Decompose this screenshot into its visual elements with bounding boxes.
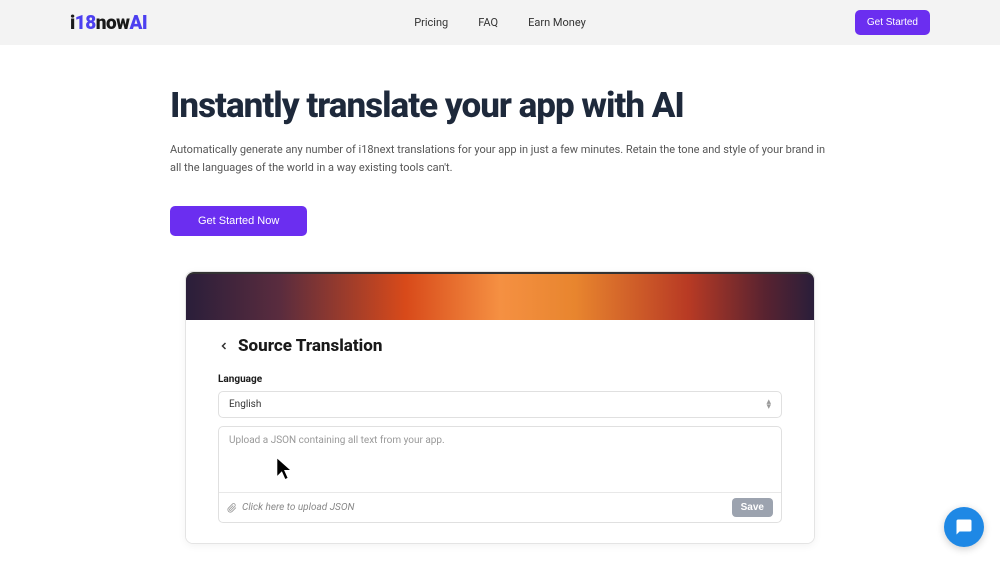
textarea-footer: Click here to upload JSON Save: [219, 492, 781, 522]
logo-part-now: now: [96, 11, 130, 34]
attachment-icon: [227, 503, 237, 513]
logo-part-18: 18: [75, 11, 96, 34]
app-content: Source Translation Language English ▴▾ U…: [186, 320, 814, 543]
save-button[interactable]: Save: [732, 498, 773, 517]
get-started-now-button[interactable]: Get Started Now: [170, 206, 307, 236]
chat-widget-button[interactable]: [944, 507, 984, 547]
language-select[interactable]: English ▴▾: [218, 391, 782, 418]
nav-pricing[interactable]: Pricing: [414, 16, 448, 29]
logo[interactable]: i18nowAI: [70, 11, 147, 34]
get-started-button[interactable]: Get Started: [855, 10, 930, 35]
main-nav: Pricing FAQ Earn Money: [414, 16, 586, 29]
hero-subtext: Automatically generate any number of i18…: [170, 141, 830, 176]
app-header-background: [186, 272, 814, 320]
cursor-icon: [275, 455, 295, 483]
app-title: Source Translation: [238, 336, 382, 356]
app-title-row: Source Translation: [218, 336, 782, 356]
hero-section: Instantly translate your app with AI Aut…: [170, 45, 830, 544]
language-value: English: [229, 399, 261, 410]
select-arrows-icon: ▴▾: [766, 400, 771, 409]
upload-link-text: Click here to upload JSON: [242, 502, 354, 513]
app-preview: Source Translation Language English ▴▾ U…: [185, 271, 815, 544]
logo-part-ai: AI: [129, 11, 147, 34]
nav-earn-money[interactable]: Earn Money: [528, 16, 586, 29]
json-textarea[interactable]: Upload a JSON containing all text from y…: [219, 427, 781, 492]
header: i18nowAI Pricing FAQ Earn Money Get Star…: [0, 0, 1000, 45]
hero-headline: Instantly translate your app with AI: [170, 85, 830, 126]
json-textarea-container: Upload a JSON containing all text from y…: [218, 426, 782, 523]
chat-icon: [955, 518, 973, 536]
back-icon[interactable]: [218, 340, 230, 352]
nav-faq[interactable]: FAQ: [478, 16, 498, 29]
upload-json-link[interactable]: Click here to upload JSON: [227, 502, 354, 513]
textarea-placeholder-text: Upload a JSON containing all text from y…: [229, 435, 445, 446]
language-label: Language: [218, 374, 782, 385]
